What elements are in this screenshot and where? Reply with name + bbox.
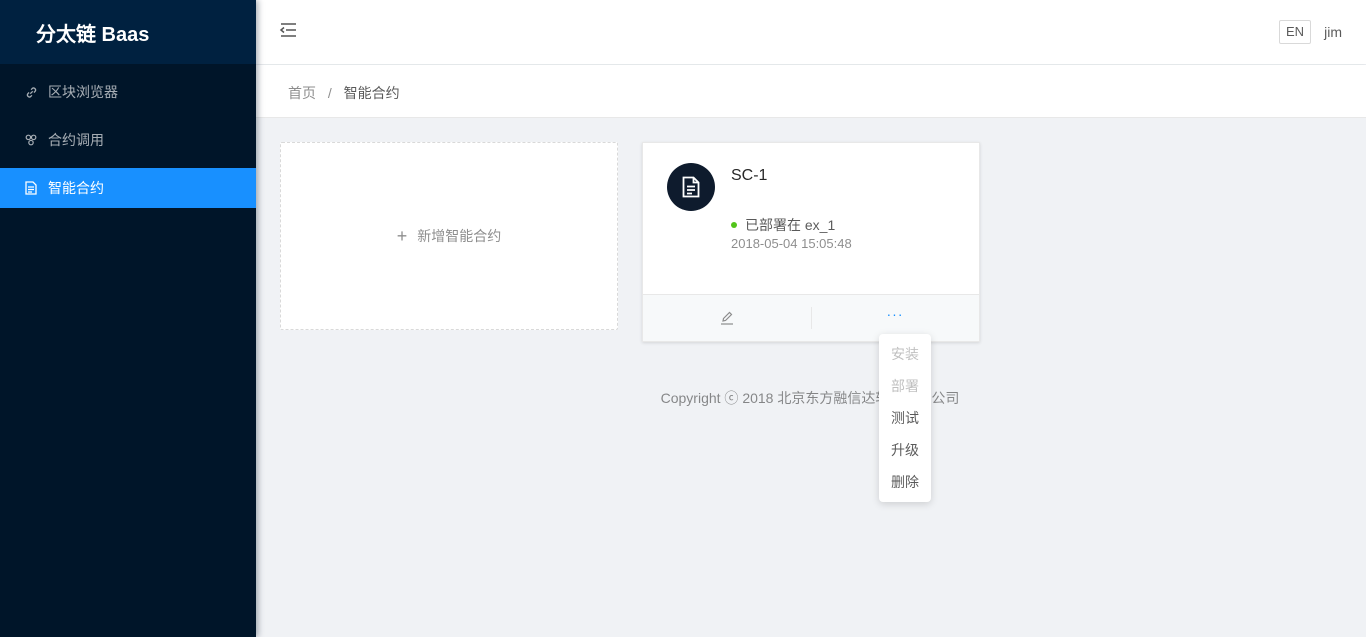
cluster-icon [24, 133, 38, 147]
menu-item-deploy[interactable]: 部署 [879, 370, 931, 402]
menu-item-upgrade[interactable]: 升级 [879, 434, 931, 466]
contract-card: SC-1 已部署在 ex_1 2018-05-04 15:05:48 ··· [642, 142, 980, 342]
edit-icon [721, 311, 733, 325]
status-text: 已部署在 ex_1 [745, 217, 836, 233]
contract-name[interactable]: SC-1 [731, 167, 767, 185]
add-contract-card[interactable]: + 新增智能合约 [280, 142, 618, 330]
file-text-icon [682, 176, 700, 198]
edit-button[interactable] [643, 295, 811, 341]
sidebar-menu: 区块浏览器 合约调用 智能合约 [0, 64, 256, 208]
more-dropdown-menu: 安装 部署 测试 升级 删除 [879, 334, 931, 502]
page-header: 首页 / 智能合约 [256, 65, 1366, 118]
sidebar-item-smart-contract[interactable]: 智能合约 [0, 168, 256, 208]
menu-item-install[interactable]: 安装 [879, 338, 931, 370]
plus-icon: + [396, 225, 408, 246]
breadcrumb: 首页 / 智能合约 [288, 83, 400, 103]
ellipsis-icon: ··· [886, 306, 904, 322]
menu-item-delete[interactable]: 删除 [879, 466, 931, 498]
contract-time: 2018-05-04 15:05:48 [731, 236, 852, 251]
add-contract-label: 新增智能合约 [417, 228, 502, 244]
sidebar-item-label: 智能合约 [48, 180, 104, 196]
menu-item-test[interactable]: 测试 [879, 402, 931, 434]
status-dot [731, 222, 737, 228]
breadcrumb-current: 智能合约 [343, 85, 400, 101]
sidebar-item-block-explorer[interactable]: 区块浏览器 [0, 72, 256, 112]
contract-status: 已部署在 ex_1 [731, 215, 835, 235]
breadcrumb-separator: / [327, 85, 332, 101]
sidebar: 分太链 Baas 区块浏览器 合约调用 智能合约 [0, 0, 256, 637]
contract-avatar [667, 163, 715, 211]
logo[interactable]: 分太链 Baas [0, 0, 256, 64]
file-text-icon [24, 181, 38, 195]
breadcrumb-home-link[interactable]: 首页 [288, 85, 316, 101]
logo-text: 分太链 Baas [36, 23, 150, 46]
menu-fold-icon[interactable] [278, 20, 302, 44]
footer-copyright: Copyright ⓒ 2018 北京东方融信达软件有限公司 [660, 390, 960, 406]
sidebar-item-label: 合约调用 [48, 132, 104, 148]
link-icon [24, 85, 38, 99]
top-header: EN jim [256, 0, 1366, 64]
user-name[interactable]: jim [1324, 24, 1342, 40]
language-switch-button[interactable]: EN [1278, 20, 1311, 44]
sidebar-item-label: 区块浏览器 [48, 84, 118, 100]
sidebar-item-contract-call[interactable]: 合约调用 [0, 120, 256, 160]
